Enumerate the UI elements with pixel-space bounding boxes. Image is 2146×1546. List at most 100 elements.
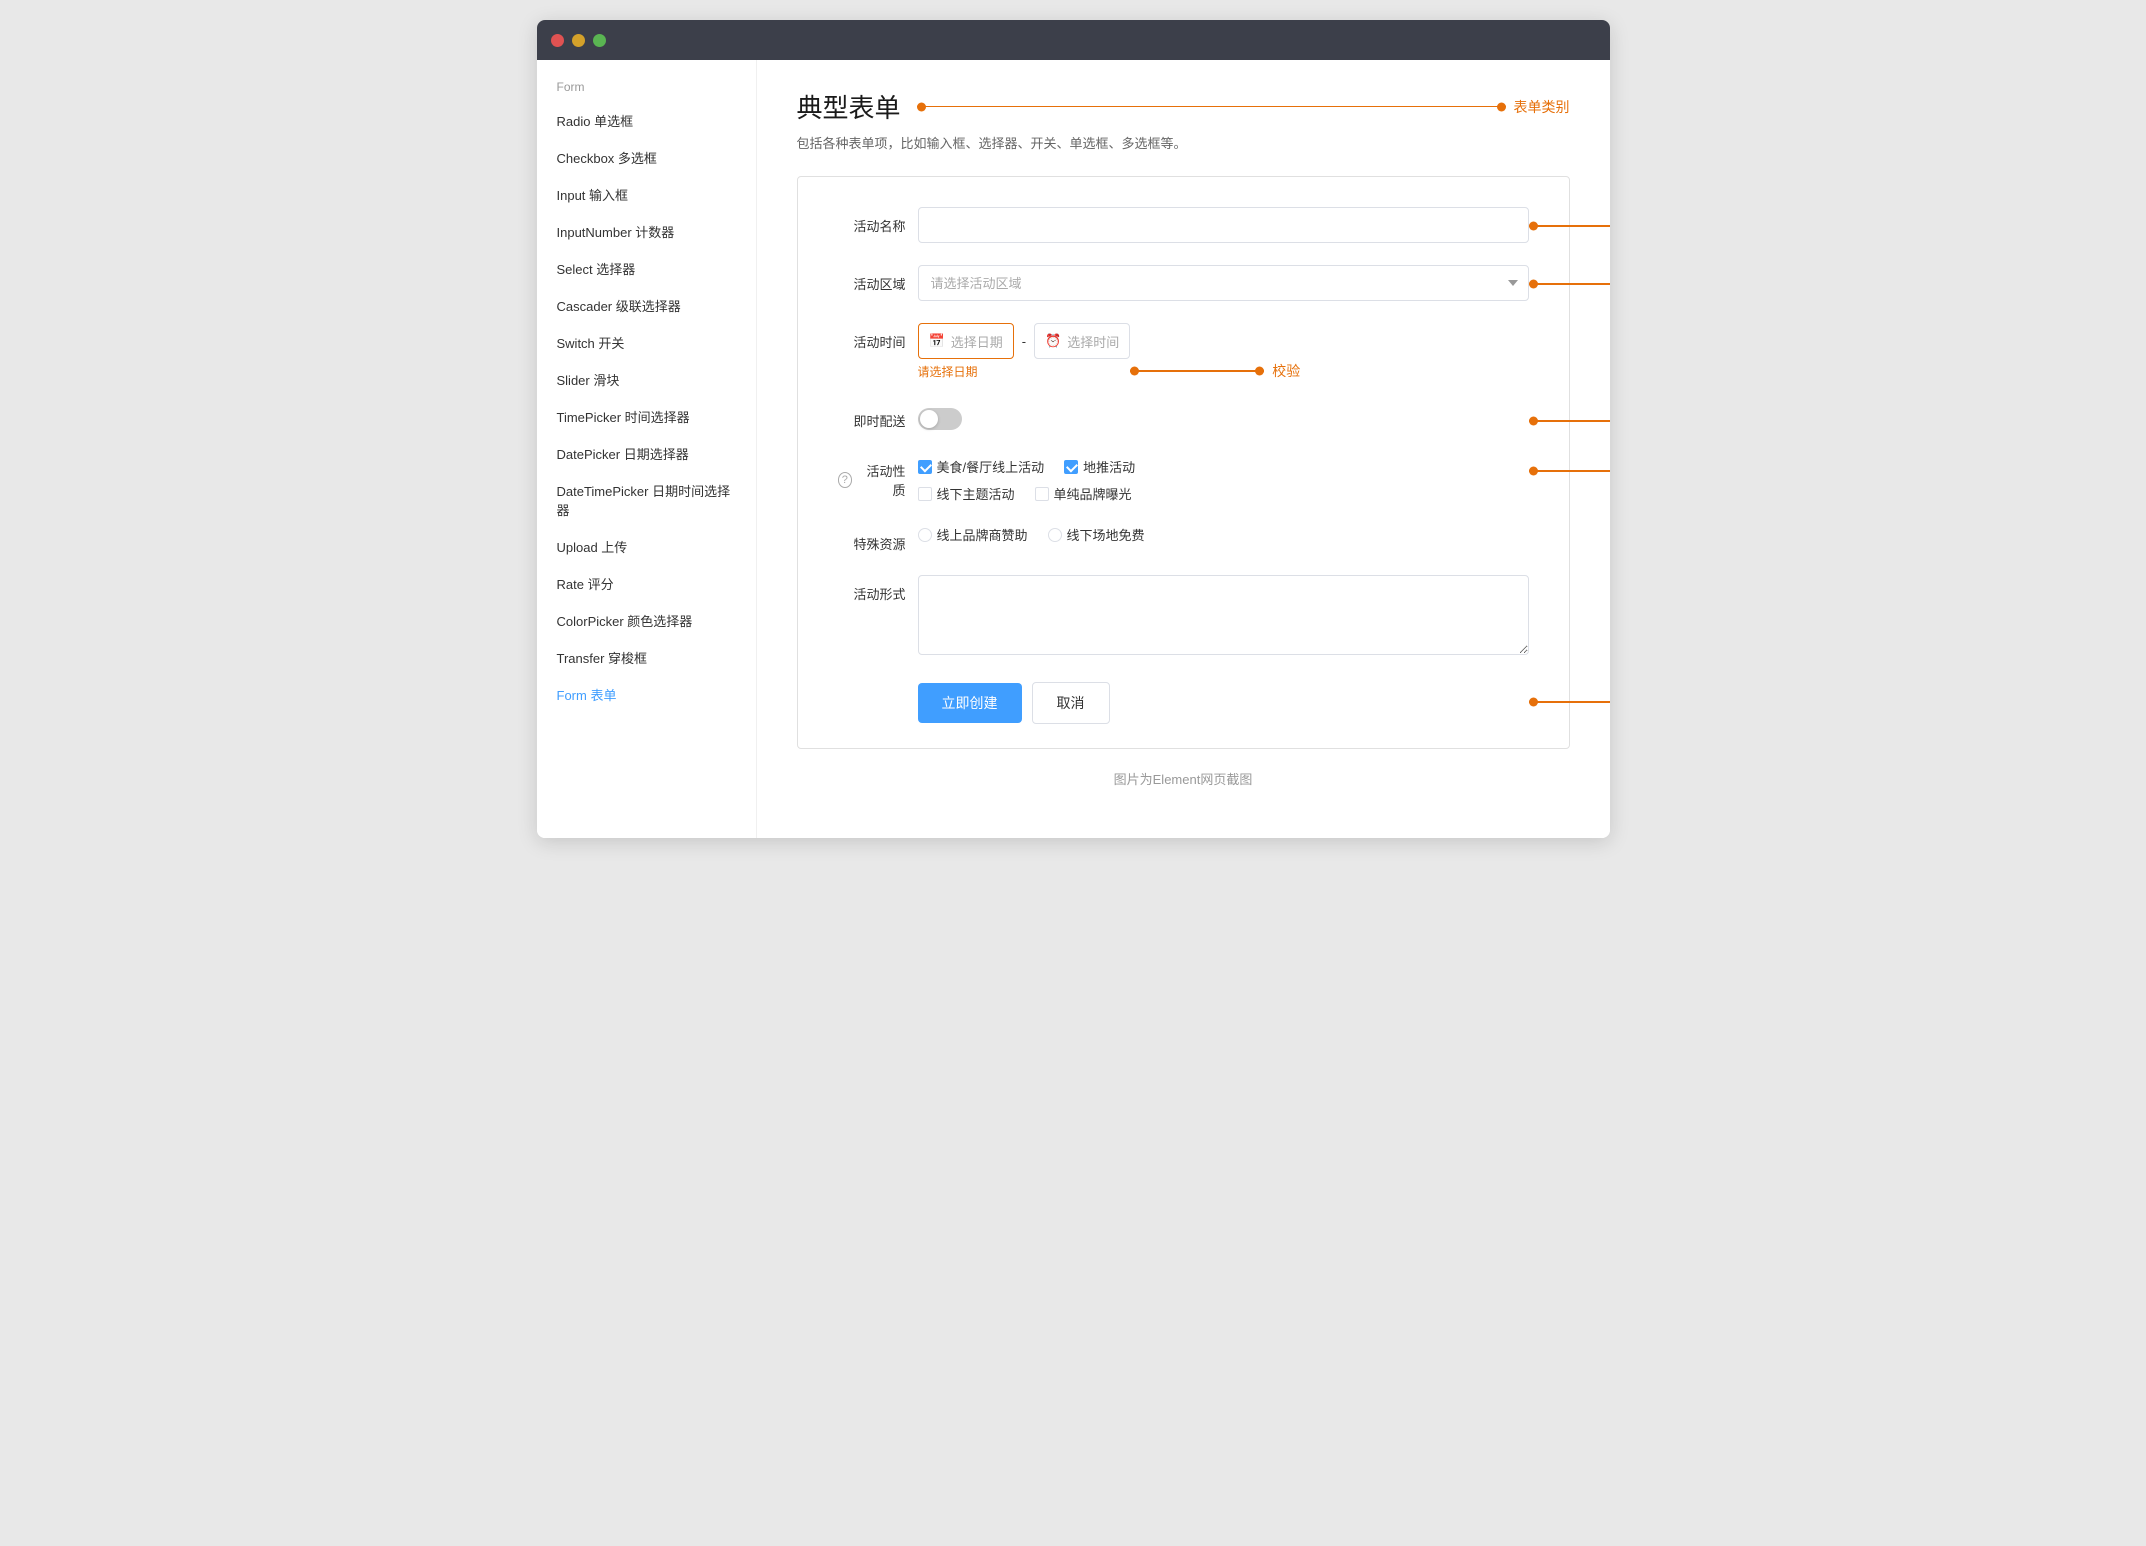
radio-circle-1[interactable]: [1048, 528, 1062, 542]
sidebar-item-colorpicker[interactable]: ColorPicker 颜色选择器: [537, 602, 756, 639]
validation-message: 请选择日期: [918, 363, 1131, 380]
sidebar-item-switch[interactable]: Switch 开关: [537, 324, 756, 361]
footer-text: 图片为Element网页截图: [797, 749, 1570, 798]
form-row-instant-delivery: 即时配送 表单基本组件: [838, 402, 1529, 435]
app-window: Form Radio 单选框 Checkbox 多选框 Input 输入框 In…: [537, 20, 1610, 838]
activity-time-label: 活动时间: [838, 323, 918, 351]
sidebar-section-title: Form: [537, 80, 756, 102]
checkbox-label-meishi: 美食/餐厅线上活动: [937, 457, 1045, 476]
checkbox-label-pinpai: 单纯品牌曝光: [1054, 484, 1132, 503]
form-row-activity-name: 活动名称 表单标签: [838, 207, 1529, 243]
radio-group: 线上品牌商赞助 线下场地免费: [918, 525, 1529, 544]
checkbox-item-2[interactable]: 线下主题活动: [918, 484, 1015, 503]
annotation-dot-validation: [1130, 367, 1139, 376]
annotation-label-biaodanleibie: 表单类别: [1514, 97, 1570, 117]
page-header: 典型表单 表单类别: [797, 88, 1570, 125]
special-resources-label: 特殊资源: [838, 525, 918, 553]
maximize-button[interactable]: [593, 34, 606, 47]
sidebar-item-rate[interactable]: Rate 评分: [537, 565, 756, 602]
date-picker-input[interactable]: 📅 选择日期: [918, 323, 1014, 359]
activity-form-label: 活动形式: [838, 575, 918, 603]
activity-name-control: [918, 207, 1529, 243]
submit-button[interactable]: 立即创建: [918, 683, 1022, 723]
instant-delivery-switch[interactable]: [918, 408, 962, 430]
radio-item-1[interactable]: 线下场地免费: [1048, 525, 1145, 544]
form-row-activity-zone: 活动区域 请选择活动区域 占位提示: [838, 265, 1529, 301]
sidebar-item-timepicker[interactable]: TimePicker 时间选择器: [537, 398, 756, 435]
annotation-dot-label: [1529, 222, 1538, 231]
special-resources-control: 线上品牌商赞助 线下场地免费: [918, 525, 1529, 544]
sidebar-item-transfer[interactable]: Transfer 穿梭框: [537, 639, 756, 676]
activity-form-textarea[interactable]: [918, 575, 1529, 655]
instant-delivery-control: [918, 402, 1529, 435]
activity-nature-label-container: ? 活动性质: [838, 457, 918, 499]
activity-zone-label: 活动区域: [838, 265, 918, 293]
annotation-dot-help: [1529, 467, 1538, 476]
buttons-control: 立即创建 取消 按钮: [918, 682, 1529, 724]
sidebar-item-inputnumber[interactable]: InputNumber 计数器: [537, 213, 756, 250]
page-description: 包括各种表单项，比如输入框、选择器、开关、单选框、多选框等。: [797, 133, 1570, 152]
titlebar: [537, 20, 1610, 60]
form-card: 活动名称 表单标签: [797, 176, 1570, 749]
sidebar-item-radio[interactable]: Radio 单选框: [537, 102, 756, 139]
sidebar-item-slider[interactable]: Slider 滑块: [537, 361, 756, 398]
annotation-dot-validation-right: [1255, 367, 1264, 376]
annotation-dot-zone: [1529, 280, 1538, 289]
checkbox-item-3[interactable]: 单纯品牌曝光: [1035, 484, 1132, 503]
time-placeholder: 选择时间: [1067, 332, 1119, 351]
sidebar-item-upload[interactable]: Upload 上传: [537, 528, 756, 565]
sidebar-item-checkbox[interactable]: Checkbox 多选框: [537, 139, 756, 176]
checkbox-item-0[interactable]: 美食/餐厅线上活动: [918, 457, 1045, 476]
activity-nature-label: 活动性质: [859, 461, 905, 499]
checkbox-meishi[interactable]: [918, 460, 932, 474]
annotation-dot-btn: [1529, 698, 1538, 707]
radio-label-0: 线上品牌商赞助: [937, 525, 1028, 544]
form-row-buttons: 立即创建 取消 按钮: [838, 682, 1529, 724]
activity-zone-select[interactable]: 请选择活动区域: [918, 265, 1529, 301]
annotation-dot-title-right: [1497, 102, 1506, 111]
sidebar-item-datepicker[interactable]: DatePicker 日期选择器: [537, 435, 756, 472]
activity-time-control: 📅 选择日期 - ⏰ 选择时间 请选择日期: [918, 323, 1131, 380]
sidebar-item-form[interactable]: Form 表单: [537, 676, 756, 713]
activity-name-label: 活动名称: [838, 207, 918, 235]
checkbox-label-xiaxia: 线下主题活动: [937, 484, 1015, 503]
checkbox-xiaxia[interactable]: [918, 487, 932, 501]
activity-name-input[interactable]: [918, 207, 1529, 243]
checkbox-item-1[interactable]: 地推活动: [1064, 457, 1135, 476]
annotation-label-jiaoyan: 校验: [1272, 361, 1300, 381]
activity-form-control: [918, 575, 1529, 660]
radio-item-0[interactable]: 线上品牌商赞助: [918, 525, 1028, 544]
switch-knob: [920, 410, 938, 428]
radio-circle-0[interactable]: [918, 528, 932, 542]
checkbox-pinpai[interactable]: [1035, 487, 1049, 501]
time-picker-input[interactable]: ⏰ 选择时间: [1034, 323, 1130, 359]
date-placeholder: 选择日期: [951, 332, 1003, 351]
minimize-button[interactable]: [572, 34, 585, 47]
radio-label-1: 线下场地免费: [1067, 525, 1145, 544]
close-button[interactable]: [551, 34, 564, 47]
datetime-dash: -: [1022, 334, 1026, 349]
form-row-activity-nature: ? 活动性质 美食/餐厅线上活动 地推活: [838, 457, 1529, 503]
instant-delivery-label: 即时配送: [838, 402, 918, 430]
form-row-special-resources: 特殊资源 线上品牌商赞助 线下场地免费: [838, 525, 1529, 553]
buttons-label-spacer: [838, 682, 918, 691]
cancel-button[interactable]: 取消: [1032, 682, 1110, 724]
annotation-dot-switch: [1529, 417, 1538, 426]
datetime-row: 📅 选择日期 - ⏰ 选择时间: [918, 323, 1131, 359]
checkbox-label-ditui: 地推活动: [1083, 457, 1135, 476]
page-title: 典型表单: [797, 88, 901, 125]
activity-nature-control: 美食/餐厅线上活动 地推活动 线下主题活动: [918, 457, 1529, 503]
sidebar-item-input[interactable]: Input 输入框: [537, 176, 756, 213]
checkbox-ditui[interactable]: [1064, 460, 1078, 474]
activity-zone-control: 请选择活动区域: [918, 265, 1529, 301]
sidebar-item-select[interactable]: Select 选择器: [537, 250, 756, 287]
main-content: 典型表单 表单类别 包括各种表单项，比如输入框、选择器、开关、单选框、多选框等。: [757, 60, 1610, 838]
sidebar-item-datetimepicker[interactable]: DateTimePicker 日期时间选择器: [537, 472, 756, 528]
content-area: Form Radio 单选框 Checkbox 多选框 Input 输入框 In…: [537, 60, 1610, 838]
form-row-activity-form: 活动形式: [838, 575, 1529, 660]
sidebar: Form Radio 单选框 Checkbox 多选框 Input 输入框 In…: [537, 60, 757, 838]
form-row-activity-time: 活动时间 📅 选择日期 - ⏰: [838, 323, 1529, 380]
annotation-dot-title: [917, 102, 926, 111]
sidebar-item-cascader[interactable]: Cascader 级联选择器: [537, 287, 756, 324]
help-icon[interactable]: ?: [838, 472, 853, 488]
